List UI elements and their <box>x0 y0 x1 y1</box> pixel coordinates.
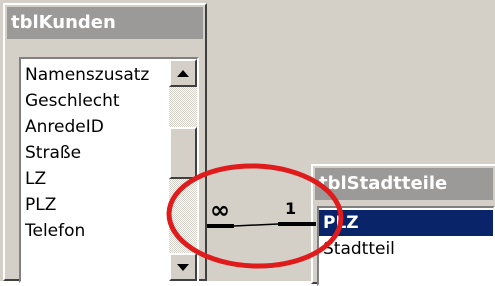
relationships-workspace: tblKunden Namenszusatz Geschlecht Anrede… <box>0 0 495 286</box>
highlight-ellipse-annotation <box>166 163 344 269</box>
red-ellipse <box>166 163 344 269</box>
